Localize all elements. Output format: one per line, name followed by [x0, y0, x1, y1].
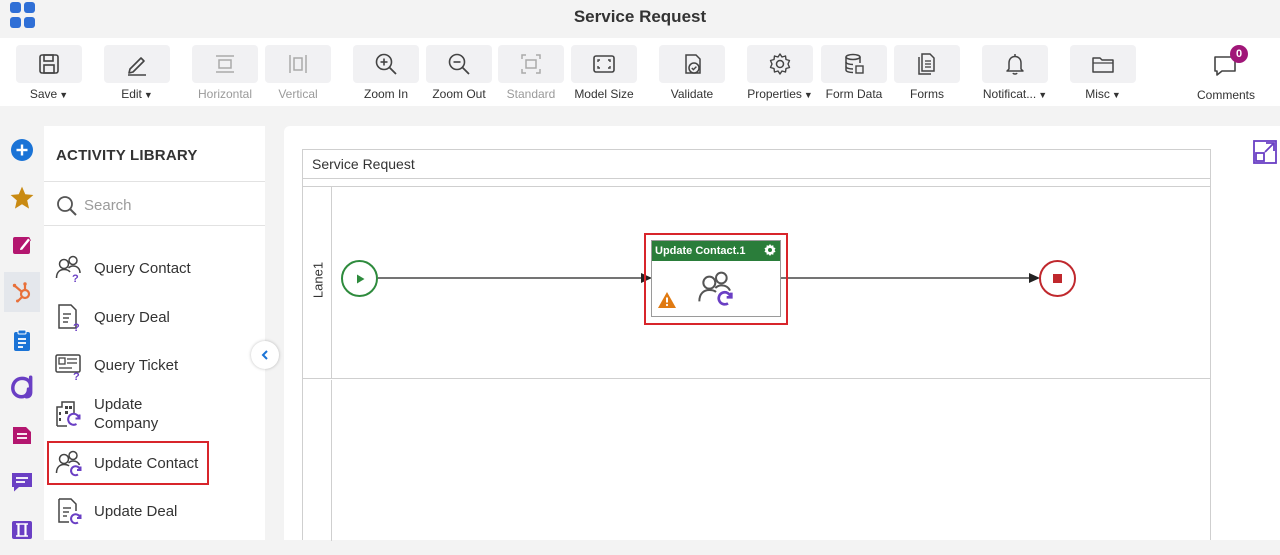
- chevron-down-icon: ▼: [1038, 90, 1048, 100]
- properties-button[interactable]: Properties ▼: [747, 45, 813, 103]
- expand-icon[interactable]: [1252, 139, 1278, 165]
- activity-update-contact[interactable]: Update Contact.1: [651, 240, 781, 317]
- svg-text:?: ?: [72, 273, 79, 283]
- notifications-button[interactable]: Notificat... ▼: [982, 45, 1048, 103]
- library-title: ACTIVITY LIBRARY: [56, 147, 198, 164]
- play-icon: [356, 274, 364, 283]
- library-item-query-ticket[interactable]: ? Query Ticket: [52, 345, 252, 385]
- document-icon[interactable]: [4, 415, 40, 455]
- start-event[interactable]: [341, 260, 378, 297]
- workflow-icon[interactable]: [4, 367, 40, 407]
- svg-text:?: ?: [73, 371, 80, 380]
- lane-2[interactable]: [303, 380, 1210, 541]
- lane-separator: [303, 179, 1210, 187]
- update-company-icon: [52, 397, 86, 431]
- edit-button[interactable]: Edit ▼: [104, 45, 170, 103]
- update-deal-icon: [52, 494, 86, 528]
- folder-icon: [1092, 57, 1114, 73]
- zoom-in-icon: [375, 53, 397, 75]
- zoom-out-icon: [448, 53, 470, 75]
- horizontal-layout-icon: [216, 55, 234, 73]
- library-item-query-contact[interactable]: ? Query Contact: [52, 248, 252, 288]
- misc-button[interactable]: Misc ▼: [1070, 45, 1136, 103]
- pool[interactable]: Service Request Lane1: [302, 149, 1211, 541]
- zoom-out-button[interactable]: Zoom Out: [426, 45, 492, 103]
- model-size-icon: [593, 55, 615, 73]
- edit-form-icon[interactable]: [4, 225, 40, 265]
- library-search: [44, 184, 265, 226]
- warning-icon[interactable]: [657, 291, 677, 309]
- activity-header: Update Contact.1: [652, 241, 780, 261]
- database-icon: [845, 53, 864, 74]
- query-ticket-icon: ?: [52, 348, 86, 382]
- chevron-left-icon: [261, 350, 268, 360]
- save-icon: [39, 54, 59, 74]
- svg-text:?: ?: [73, 322, 80, 332]
- pool-header: Service Request: [303, 150, 1210, 179]
- forms-button[interactable]: Forms: [894, 45, 960, 103]
- validate-button[interactable]: Validate: [659, 45, 725, 103]
- hubspot-icon[interactable]: [4, 272, 40, 312]
- lane-2-header: [303, 380, 332, 541]
- library-item-update-contact[interactable]: Update Contact: [47, 441, 209, 485]
- standard-size-icon: [521, 54, 541, 74]
- stop-icon: [1053, 274, 1062, 283]
- bell-icon: [1006, 54, 1024, 75]
- library-item-query-deal[interactable]: ? Query Deal: [52, 297, 252, 337]
- favorites-star-icon[interactable]: [4, 178, 40, 218]
- gear-icon[interactable]: [763, 243, 777, 257]
- left-icon-rail: [0, 126, 44, 555]
- divider: [44, 181, 265, 182]
- chat-icon[interactable]: [4, 462, 40, 502]
- collapse-panel-button[interactable]: [251, 341, 279, 369]
- search-icon: [57, 196, 77, 216]
- comments-button[interactable]: 0 Comments: [1190, 45, 1262, 102]
- clipboard-icon[interactable]: [4, 320, 40, 360]
- lane-1-label: Lane1: [310, 261, 326, 299]
- gear-icon: [769, 53, 791, 75]
- comments-count-badge: 0: [1230, 45, 1248, 63]
- forms-icon: [918, 53, 935, 75]
- page-title: Service Request: [573, 7, 707, 26]
- activity-title: Update Contact.1: [655, 245, 746, 257]
- add-icon[interactable]: [4, 130, 40, 170]
- split-icon[interactable]: [4, 510, 40, 550]
- end-event[interactable]: [1039, 260, 1076, 297]
- horizontal-button[interactable]: Horizontal: [192, 45, 258, 103]
- update-contact-icon: [698, 271, 733, 306]
- library-item-update-company[interactable]: Update Company: [52, 394, 252, 434]
- chevron-down-icon: ▼: [1111, 90, 1121, 100]
- query-contact-icon: ?: [52, 251, 86, 285]
- standard-button[interactable]: Standard: [498, 45, 564, 103]
- chevron-down-icon: ▼: [143, 90, 153, 100]
- toolbar: Save ▼ Edit ▼ Horizontal Vertical Zoom In …: [0, 38, 1280, 106]
- pencil-icon: [128, 57, 146, 76]
- library-item-update-deal[interactable]: Update Deal: [52, 491, 252, 531]
- vertical-layout-icon: [289, 55, 307, 73]
- chevron-down-icon: ▼: [59, 90, 69, 100]
- model-size-button[interactable]: Model Size: [571, 45, 637, 103]
- query-deal-icon: ?: [52, 300, 86, 334]
- validate-icon: [685, 54, 701, 74]
- update-contact-icon: [52, 446, 86, 480]
- search-input[interactable]: [84, 194, 254, 216]
- save-button[interactable]: Save ▼: [16, 45, 82, 103]
- zoom-in-button[interactable]: Zoom In: [353, 45, 419, 103]
- lane-1-header: Lane1: [303, 187, 332, 379]
- activity-library-panel: ACTIVITY LIBRARY ? Query Contact ? Query…: [44, 126, 265, 540]
- title-bar: Service Request: [0, 0, 1280, 34]
- vertical-button[interactable]: Vertical: [265, 45, 331, 103]
- form-data-button[interactable]: Form Data: [821, 45, 887, 103]
- chevron-down-icon: ▼: [803, 90, 813, 100]
- pool-title: Service Request: [312, 156, 415, 172]
